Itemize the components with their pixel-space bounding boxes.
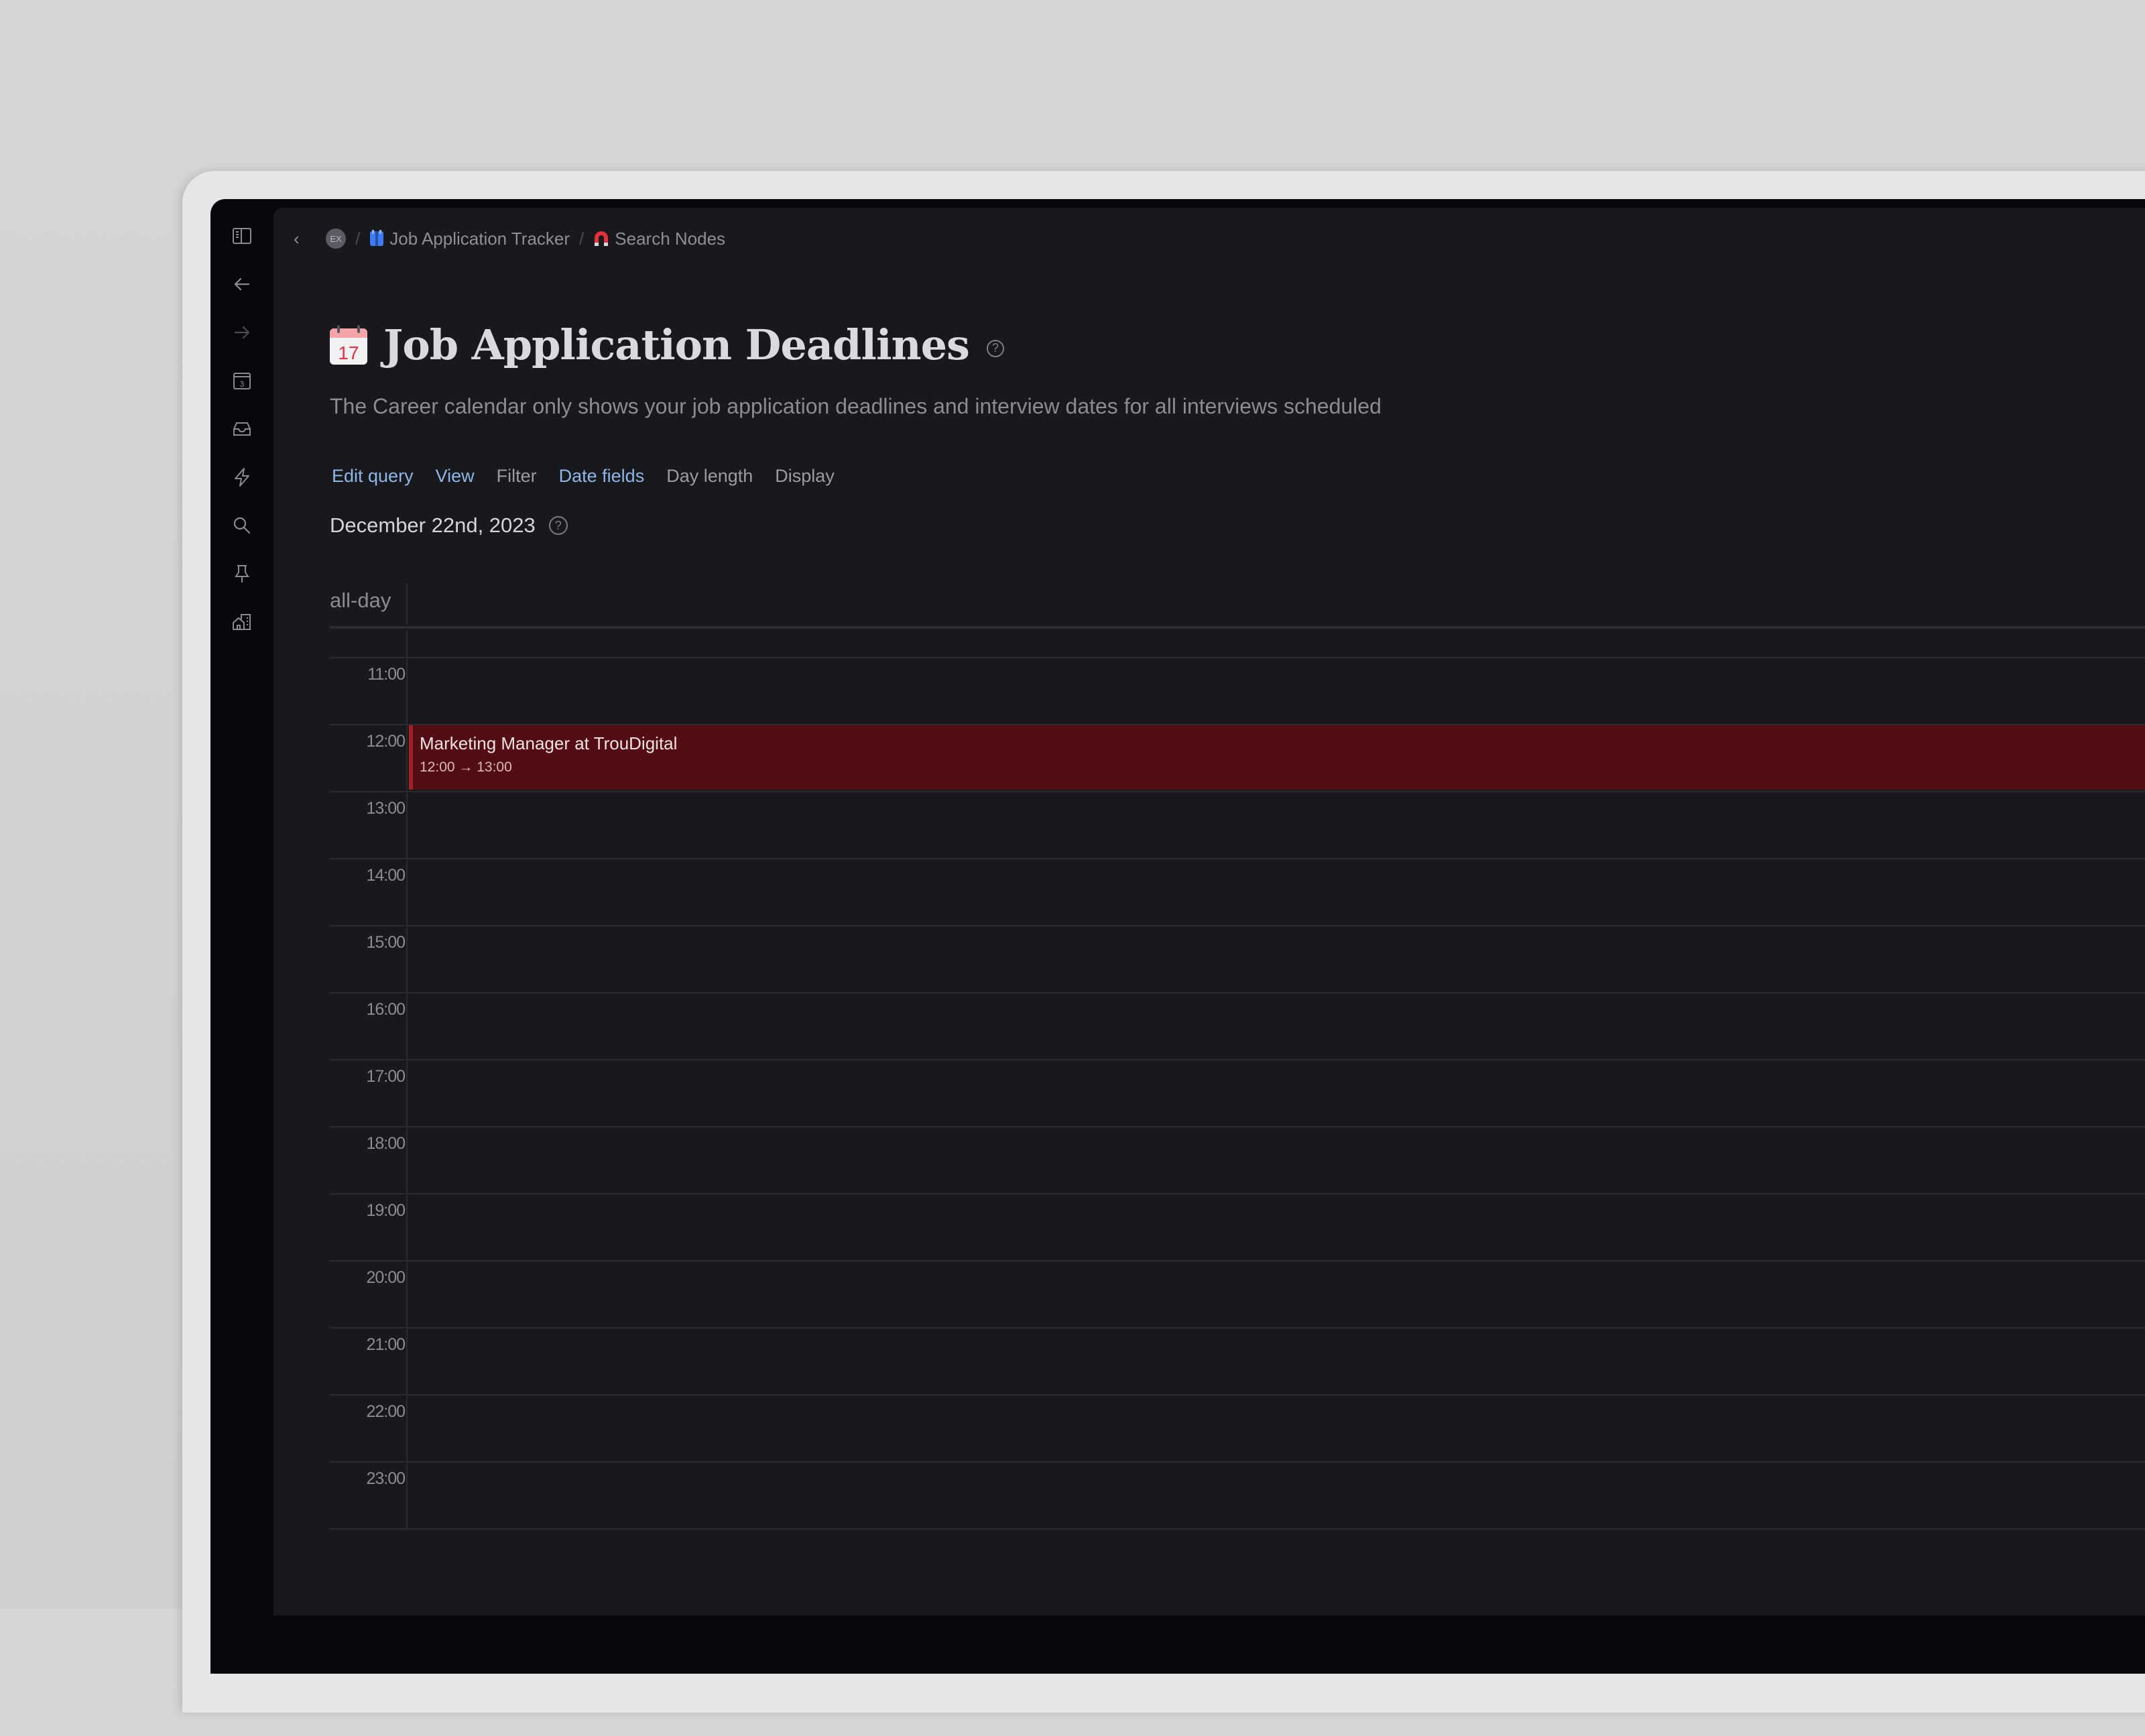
svg-text:3: 3 — [240, 379, 245, 389]
inbox-button[interactable] — [231, 418, 253, 440]
calendar-date: December 22nd, 2023 — [330, 513, 536, 537]
page-description: The Career calendar only shows your job … — [330, 394, 1382, 418]
hour-row[interactable]: 22:00 — [330, 1394, 2145, 1463]
breadcrumb-label: Job Application Tracker — [389, 228, 570, 249]
hour-label: 14:00 — [366, 866, 406, 885]
calendar-icon: 3 — [233, 373, 251, 389]
lightning-icon — [235, 468, 249, 487]
breadcrumb-separator: / — [579, 228, 585, 249]
back-button[interactable] — [231, 273, 253, 296]
hour-label: 13:00 — [366, 799, 406, 818]
sidebar: 3 — [210, 199, 273, 1620]
pinned-button[interactable] — [231, 562, 253, 585]
grid-end-line — [330, 1528, 2145, 1530]
magnet-icon — [595, 231, 609, 246]
tab-display[interactable]: Display — [775, 466, 835, 487]
hour-label: 15:00 — [366, 933, 406, 952]
calendar-toolbar: Edit query View Filter Date fields Day l… — [332, 466, 835, 487]
forward-button[interactable] — [231, 321, 253, 344]
hour-row[interactable]: 19:00 — [330, 1193, 2145, 1261]
tab-date-fields[interactable]: Date fields — [559, 466, 645, 487]
hour-row[interactable]: 23:00 — [330, 1461, 2145, 1530]
hour-row[interactable]: 20:00 — [330, 1260, 2145, 1328]
hour-label: 12:00 — [366, 732, 406, 751]
workspace-button[interactable] — [231, 611, 253, 633]
calendar-event[interactable]: Marketing Manager at TrouDigital 12:00 → … — [409, 725, 2145, 790]
sidebar-toggle-button[interactable] — [231, 225, 253, 247]
hour-label: 18:00 — [366, 1134, 406, 1153]
notebook-icon — [370, 230, 384, 246]
allday-separator-line — [330, 626, 2145, 629]
today-button[interactable]: 3 — [231, 369, 253, 392]
main-panel: ‹ EX / Job Application Tracker / Search … — [273, 208, 2145, 1615]
breadcrumb-label: Search Nodes — [615, 228, 726, 249]
hour-label: 19:00 — [366, 1201, 406, 1220]
tab-filter[interactable]: Filter — [497, 466, 537, 487]
hour-row[interactable]: 18:00 — [330, 1126, 2145, 1194]
allday-label: all-day — [330, 588, 391, 612]
hour-label: 11:00 — [367, 665, 406, 684]
hour-row[interactable]: 15:00 — [330, 925, 2145, 993]
hour-row[interactable]: 11:00 — [330, 657, 2145, 725]
breadcrumb: ‹ EX / Job Application Tracker / Search … — [294, 227, 725, 251]
hour-label: 17:00 — [366, 1067, 406, 1086]
event-title: Marketing Manager at TrouDigital — [420, 733, 678, 753]
hour-label: 22:00 — [366, 1402, 406, 1421]
sidebar-panel-icon — [233, 228, 251, 244]
hour-label: 20:00 — [366, 1268, 406, 1287]
search-button[interactable] — [231, 514, 253, 537]
hour-row[interactable]: 17:00 — [330, 1059, 2145, 1127]
hour-label: 21:00 — [366, 1335, 406, 1354]
calendar-emoji-icon: 17 — [328, 324, 369, 366]
breadcrumb-item-search-nodes[interactable]: Search Nodes — [593, 229, 725, 249]
event-time: 12:00 → 13:00 — [420, 759, 512, 775]
workspace-avatar[interactable]: EX — [326, 229, 346, 249]
tab-edit-query[interactable]: Edit query — [332, 466, 414, 487]
allday-divider — [406, 583, 408, 625]
hour-row[interactable]: 16:00 — [330, 992, 2145, 1060]
calendar-date-heading: December 22nd, 2023 ? — [330, 513, 568, 538]
quick-actions-button[interactable] — [231, 466, 253, 489]
help-icon[interactable]: ? — [986, 339, 1004, 357]
breadcrumb-item-job-application-tracker[interactable]: Job Application Tracker — [369, 229, 570, 249]
day-calendar-grid: 11:00 12:00 13:00 14:00 15:00 16:00 17:00 18:00… — [330, 583, 2145, 1736]
tab-day-length[interactable]: Day length — [666, 466, 753, 487]
pin-icon — [235, 565, 249, 582]
breadcrumb-separator: / — [355, 228, 361, 249]
calendar-emoji-day: 17 — [338, 343, 359, 363]
hour-row[interactable]: 14:00 — [330, 858, 2145, 926]
breadcrumb-back-button[interactable]: ‹ — [294, 229, 311, 249]
search-icon — [233, 517, 251, 534]
inbox-icon — [233, 422, 251, 436]
hour-label: 16:00 — [366, 1000, 406, 1019]
date-help-icon[interactable]: ? — [548, 516, 568, 535]
hour-row[interactable]: 13:00 — [330, 791, 2145, 859]
arrow-left-icon — [234, 277, 250, 291]
hour-label: 23:00 — [366, 1469, 406, 1488]
page-header: 17 Job Application Deadlines ? — [328, 320, 1004, 369]
hour-row[interactable]: 21:00 — [330, 1327, 2145, 1396]
home-building-icon — [233, 614, 251, 630]
page-title: Job Application Deadlines — [383, 320, 970, 369]
tab-view[interactable]: View — [436, 466, 475, 487]
arrow-right-icon — [234, 326, 250, 339]
